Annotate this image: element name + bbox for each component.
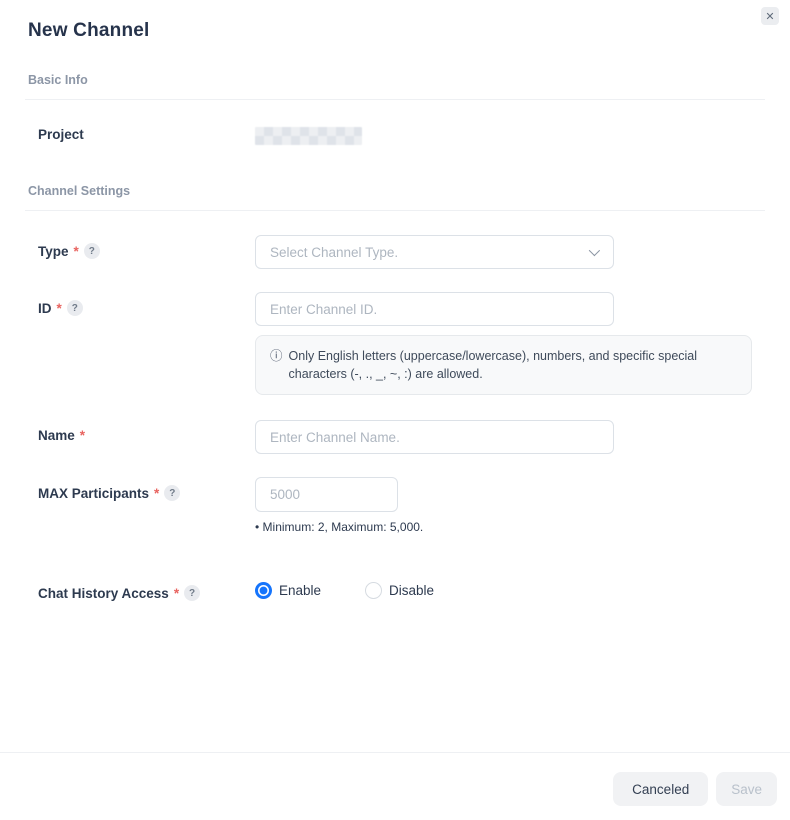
- project-label: Project: [38, 127, 84, 142]
- id-label: ID: [38, 301, 52, 316]
- radio-disable[interactable]: Disable: [365, 582, 434, 599]
- type-row: Type * ? Select Channel Type.: [0, 235, 790, 269]
- required-mark: *: [80, 428, 85, 443]
- channel-type-placeholder: Select Channel Type.: [270, 245, 398, 260]
- help-icon[interactable]: ?: [164, 485, 180, 501]
- project-value-redacted: [255, 127, 362, 145]
- name-row: Name *: [0, 420, 790, 454]
- required-mark: *: [174, 586, 179, 601]
- cancel-button[interactable]: Canceled: [613, 772, 708, 806]
- id-note-text: Only English letters (uppercase/lowercas…: [289, 347, 737, 383]
- channel-type-select[interactable]: Select Channel Type.: [255, 235, 614, 269]
- radio-enable[interactable]: Enable: [255, 582, 321, 599]
- radio-unselected-icon[interactable]: [365, 582, 382, 599]
- info-icon: ⓘ: [270, 347, 283, 383]
- help-icon[interactable]: ?: [184, 585, 200, 601]
- name-label: Name: [38, 428, 75, 443]
- max-participants-note: • Minimum: 2, Maximum: 5,000.: [255, 520, 790, 534]
- save-button[interactable]: Save: [716, 772, 777, 806]
- max-participants-input[interactable]: [255, 477, 398, 512]
- section-basic-info: Basic Info: [28, 73, 762, 87]
- chat-history-row: Chat History Access * ? Enable Disable: [0, 577, 790, 601]
- help-icon[interactable]: ?: [84, 243, 100, 259]
- divider: [25, 210, 765, 211]
- radio-selected-icon[interactable]: [255, 582, 272, 599]
- section-channel-settings: Channel Settings: [28, 184, 762, 198]
- max-participants-row: MAX Participants * ? • Minimum: 2, Maxim…: [0, 477, 790, 534]
- help-icon[interactable]: ?: [67, 300, 83, 316]
- page-title: New Channel: [0, 0, 790, 42]
- project-row: Project: [0, 127, 790, 145]
- channel-id-input[interactable]: [255, 292, 614, 326]
- new-channel-modal: ✕ New Channel Basic Info Project Channel…: [0, 0, 790, 820]
- close-icon[interactable]: ✕: [761, 7, 779, 25]
- chat-history-radio-group: Enable Disable: [255, 577, 790, 599]
- chevron-down-icon: [589, 245, 600, 256]
- id-note: ⓘ Only English letters (uppercase/lowerc…: [255, 335, 752, 395]
- required-mark: *: [57, 301, 62, 316]
- divider: [25, 99, 765, 100]
- modal-footer: Canceled Save: [0, 752, 790, 806]
- radio-disable-label: Disable: [389, 583, 434, 598]
- max-participants-label: MAX Participants: [38, 486, 149, 501]
- id-row: ID * ? ⓘ Only English letters (uppercase…: [0, 292, 790, 395]
- required-mark: *: [74, 244, 79, 259]
- chat-history-label: Chat History Access: [38, 586, 169, 601]
- channel-name-input[interactable]: [255, 420, 614, 454]
- type-label: Type: [38, 244, 69, 259]
- radio-enable-label: Enable: [279, 583, 321, 598]
- required-mark: *: [154, 486, 159, 501]
